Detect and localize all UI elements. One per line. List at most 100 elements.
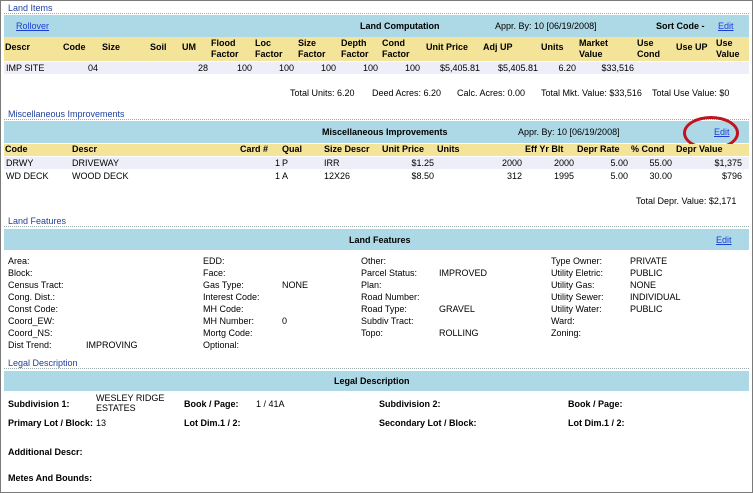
feature-label: MH Number: bbox=[203, 316, 255, 326]
feature-value: PUBLIC bbox=[630, 268, 663, 278]
cell-unit-price: $5,405.81 bbox=[439, 63, 480, 73]
cell-units: 6.20 bbox=[558, 63, 576, 73]
secondary-lot-label: Secondary Lot / Block: bbox=[379, 418, 477, 428]
cell-unit-price: $1.25 bbox=[411, 158, 434, 168]
feature-label: Road Number: bbox=[361, 292, 420, 302]
misc-improvements-bar: Miscellaneous Improvements Appr. By: 10 … bbox=[4, 121, 749, 143]
cell-cond: 100 bbox=[404, 63, 420, 73]
col-um: UM bbox=[182, 42, 196, 52]
feature-label: Optional: bbox=[203, 340, 240, 350]
section-divider bbox=[4, 226, 749, 227]
land-features-edit-link[interactable]: Edit bbox=[716, 229, 732, 250]
cell-adj-up: $5,405.81 bbox=[497, 63, 538, 73]
feature-label: Type Owner: bbox=[551, 256, 603, 266]
cell-size-descr: 12X26 bbox=[324, 171, 351, 181]
col-cond-factor: Cond Factor bbox=[382, 38, 410, 59]
col-code: Code bbox=[5, 144, 28, 154]
feature-value: PRIVATE bbox=[630, 256, 668, 266]
metes-bounds-label: Metes And Bounds: bbox=[8, 473, 93, 483]
cell-flood: 100 bbox=[236, 63, 252, 73]
col-flood-factor: Flood Factor bbox=[211, 38, 239, 59]
feature-label: Road Type: bbox=[361, 304, 407, 314]
cell-descr: WOOD DECK bbox=[72, 171, 129, 181]
feature-label: Dist Trend: bbox=[8, 340, 52, 350]
col-descr: Descr bbox=[72, 144, 98, 154]
feature-label: Census Tract: bbox=[8, 280, 64, 290]
book-page-label: Book / Page: bbox=[184, 399, 239, 409]
cell-eff-yr: 1995 bbox=[553, 171, 574, 181]
col-adj-up: Adj UP bbox=[483, 42, 513, 52]
land-features-section-title: Land Features bbox=[8, 216, 67, 226]
cell-card: 1 bbox=[274, 158, 280, 168]
feature-label: Other: bbox=[361, 256, 387, 266]
col-depr-value: Depr Value bbox=[676, 144, 723, 154]
feature-label: Interest Code: bbox=[203, 292, 260, 302]
col-use-cond: Use Cond bbox=[637, 38, 660, 59]
section-divider bbox=[4, 119, 749, 120]
land-computation-title: Land Computation bbox=[360, 21, 440, 31]
cell-depth: 100 bbox=[362, 63, 378, 73]
feature-label: Subdiv Tract: bbox=[361, 316, 414, 326]
col-size-descr: Size Descr bbox=[324, 144, 370, 154]
land-edit-link[interactable]: Edit bbox=[718, 15, 734, 37]
subdivision2-label: Subdivision 2: bbox=[379, 399, 441, 409]
feature-label: Plan: bbox=[361, 280, 382, 290]
subdivision1-label: Subdivision 1: bbox=[8, 399, 70, 409]
col-unit-price: Unit Price bbox=[426, 42, 469, 52]
cell-depr-rate: 5.00 bbox=[610, 171, 628, 181]
table-row: DRWY DRIVEWAY 1 P IRR $1.25 2000 2000 5.… bbox=[4, 157, 749, 169]
misc-appr-by: Appr. By: 10 [06/19/2008] bbox=[518, 127, 620, 137]
land-computation-bar: Rollover Land Computation Appr. By: 10 [… bbox=[4, 15, 749, 37]
deed-acres: Deed Acres: 6.20 bbox=[372, 88, 442, 98]
land-features-bar: Land Features Edit bbox=[4, 229, 749, 250]
legal-description-bar: Legal Description bbox=[4, 371, 749, 391]
cell-card: 1 bbox=[274, 171, 280, 181]
misc-bar-title: Miscellaneous Improvements bbox=[322, 127, 448, 137]
cell-descr: DRIVEWAY bbox=[72, 158, 120, 168]
col-depr-rate: Depr Rate bbox=[577, 144, 620, 154]
total-depr-value: Total Depr. Value: $2,171 bbox=[636, 196, 737, 206]
cell-descr: IMP SITE bbox=[6, 63, 45, 73]
table-row: WD DECK WOOD DECK 1 A 12X26 $8.50 312 19… bbox=[4, 170, 749, 182]
cell-qual: A bbox=[282, 171, 289, 181]
col-use-value: Use Value bbox=[716, 38, 740, 59]
feature-label: Const Code: bbox=[8, 304, 59, 314]
land-appr-by: Appr. By: 10 [06/19/2008] bbox=[495, 21, 597, 31]
feature-value: NONE bbox=[630, 280, 657, 290]
cell-pct-cond: 55.00 bbox=[649, 158, 672, 168]
subdivision1-value-line2: ESTATES bbox=[96, 403, 136, 413]
cell-code: DRWY bbox=[6, 158, 34, 168]
col-code: Code bbox=[63, 42, 86, 52]
primary-lot-label: Primary Lot / Block: bbox=[8, 418, 94, 428]
land-features-bar-title: Land Features bbox=[349, 234, 411, 245]
cell-code: WD DECK bbox=[6, 171, 49, 181]
rollover-link[interactable]: Rollover bbox=[16, 15, 49, 37]
additional-descr-label: Additional Descr: bbox=[8, 447, 83, 457]
cell-market-value: $33,516 bbox=[601, 63, 634, 73]
cell-loc: 100 bbox=[278, 63, 294, 73]
section-divider bbox=[4, 13, 749, 14]
cell-qual: P bbox=[282, 158, 289, 168]
feature-value: PUBLIC bbox=[630, 304, 663, 314]
feature-label: MH Code: bbox=[203, 304, 244, 314]
book-page-value: 1 / 41A bbox=[256, 399, 285, 409]
feature-label: Coord_NS: bbox=[8, 328, 53, 338]
section-divider bbox=[4, 368, 749, 369]
lot-dim2-label: Lot Dim.1 / 2: bbox=[568, 418, 625, 428]
feature-label: Cong. Dist.: bbox=[8, 292, 56, 302]
col-eff-yr: Eff Yr Blt bbox=[525, 144, 564, 154]
col-pct-cond: % Cond bbox=[631, 144, 665, 154]
primary-lot-value: 13 bbox=[96, 418, 107, 428]
cell-code: 04 bbox=[88, 63, 99, 73]
calc-acres: Calc. Acres: 0.00 bbox=[457, 88, 526, 98]
feature-value: NONE bbox=[282, 280, 309, 290]
feature-value: IMPROVED bbox=[439, 268, 488, 278]
cell-depr-value: $796 bbox=[721, 171, 742, 181]
col-size-factor: Size Factor bbox=[298, 38, 326, 59]
feature-value: GRAVEL bbox=[439, 304, 475, 314]
cell-pct-cond: 30.00 bbox=[649, 171, 672, 181]
sort-code-label: Sort Code - bbox=[656, 21, 705, 31]
feature-label: Utility Gas: bbox=[551, 280, 595, 290]
feature-value: 0 bbox=[282, 316, 288, 326]
col-units: Units bbox=[541, 42, 564, 52]
